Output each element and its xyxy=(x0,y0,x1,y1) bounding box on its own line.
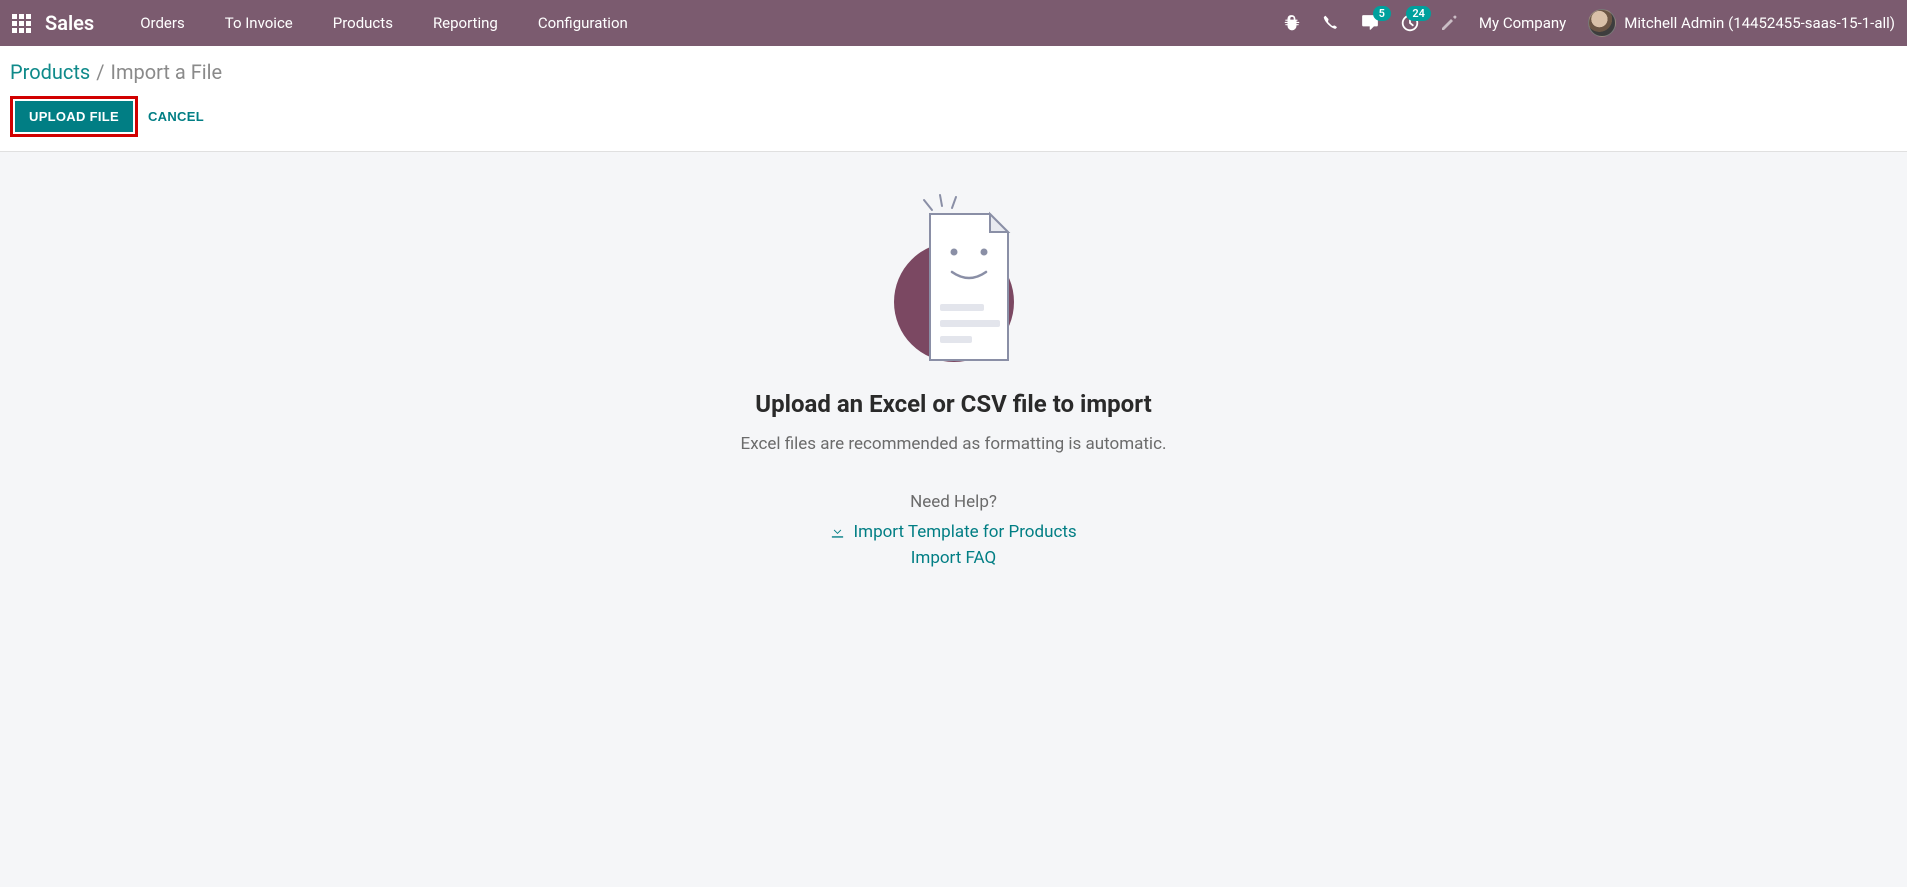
action-buttons: Upload File Cancel xyxy=(10,96,1897,137)
messages-badge: 5 xyxy=(1373,6,1391,21)
avatar xyxy=(1588,9,1616,37)
upload-heading: Upload an Excel or CSV file to import xyxy=(0,390,1907,418)
nav-item-to-invoice[interactable]: To Invoice xyxy=(207,6,311,40)
username-label: Mitchell Admin (14452455-saas-15-1-all) xyxy=(1624,14,1895,32)
breadcrumb-separator: / xyxy=(96,60,104,84)
activities-badge: 24 xyxy=(1406,6,1431,21)
import-template-link[interactable]: Import Template for Products xyxy=(854,522,1077,542)
download-icon xyxy=(830,522,849,542)
nav-item-products[interactable]: Products xyxy=(315,6,411,40)
nav-item-orders[interactable]: Orders xyxy=(122,6,203,40)
upload-illustration-icon xyxy=(864,192,1044,372)
import-faq-link[interactable]: Import FAQ xyxy=(911,548,996,568)
phone-icon[interactable] xyxy=(1323,15,1339,31)
upload-file-button[interactable]: Upload File xyxy=(15,101,133,132)
template-link-row: Import Template for Products xyxy=(0,522,1907,542)
apps-icon[interactable] xyxy=(12,14,31,33)
company-selector[interactable]: My Company xyxy=(1479,14,1566,32)
tools-icon[interactable] xyxy=(1441,15,1457,31)
nav-item-configuration[interactable]: Configuration xyxy=(520,6,646,40)
breadcrumb-current: Import a File xyxy=(111,60,223,84)
breadcrumb-products-link[interactable]: Products xyxy=(10,60,90,84)
help-label: Need Help? xyxy=(0,492,1907,512)
app-brand[interactable]: Sales xyxy=(45,11,94,35)
user-menu[interactable]: Mitchell Admin (14452455-saas-15-1-all) xyxy=(1588,9,1895,37)
main-content: Upload an Excel or CSV file to import Ex… xyxy=(0,152,1907,568)
top-navbar: Sales Orders To Invoice Products Reporti… xyxy=(0,0,1907,46)
nav-item-reporting[interactable]: Reporting xyxy=(415,6,516,40)
nav-systray: 5 24 xyxy=(1283,14,1457,32)
activities-icon[interactable]: 24 xyxy=(1401,14,1419,32)
nav-menu: Orders To Invoice Products Reporting Con… xyxy=(122,6,646,40)
debug-icon[interactable] xyxy=(1283,14,1301,32)
cancel-button[interactable]: Cancel xyxy=(148,109,204,124)
upload-highlight: Upload File xyxy=(10,96,138,137)
breadcrumb: Products / Import a File xyxy=(10,60,1897,84)
messages-icon[interactable]: 5 xyxy=(1361,14,1379,32)
control-panel: Products / Import a File Upload File Can… xyxy=(0,46,1907,152)
upload-subtitle: Excel files are recommended as formattin… xyxy=(0,434,1907,454)
